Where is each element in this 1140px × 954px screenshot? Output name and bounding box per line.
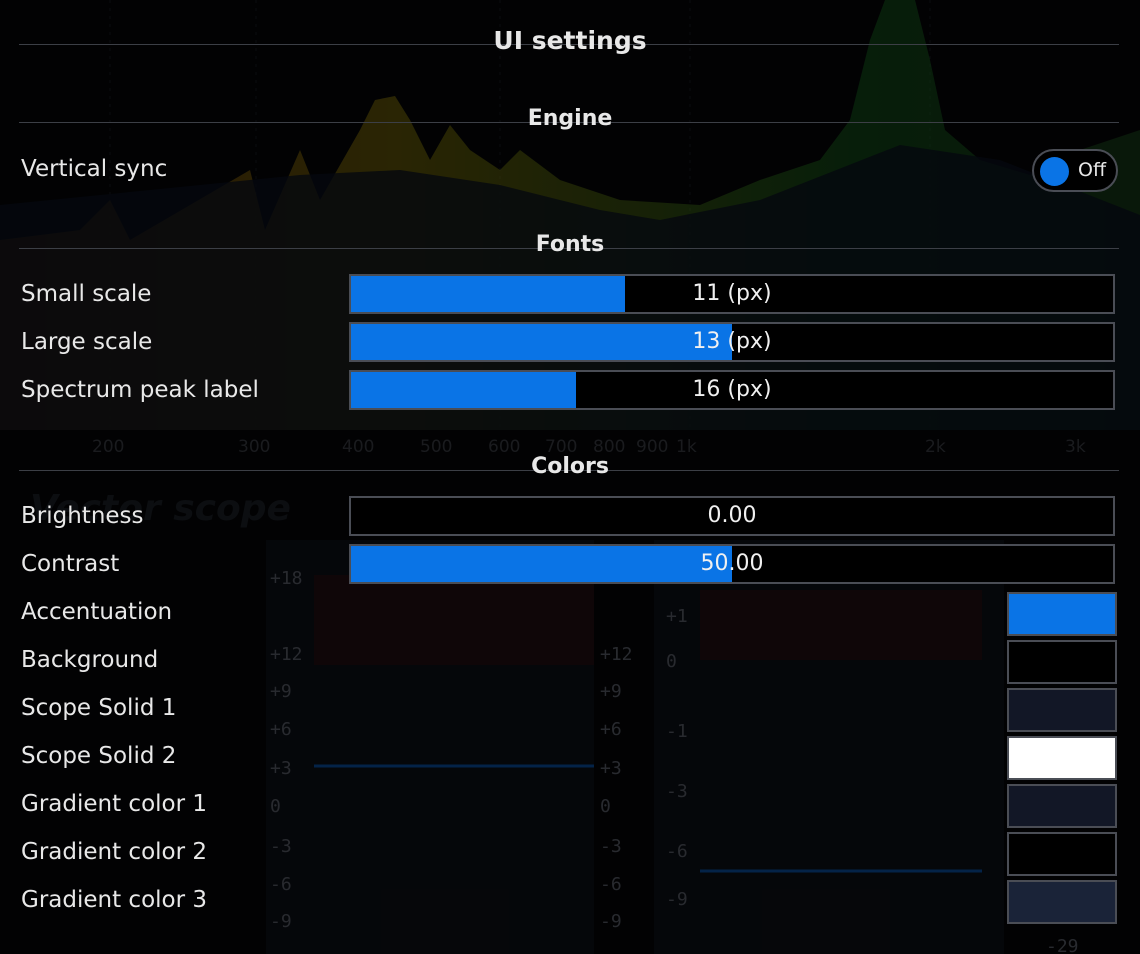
ui-settings-panel: UI settings Engine Vertical sync Off Fon… (0, 0, 1140, 954)
gradient-color-1-label: Gradient color 1 (21, 791, 207, 817)
section-title-colors: Colors (531, 454, 609, 479)
gradient-color-1-swatch[interactable] (1007, 784, 1117, 828)
vsync-toggle[interactable]: Off (1032, 149, 1118, 192)
slider-value: 0.00 (707, 503, 757, 528)
gradient-color-3-swatch[interactable] (1007, 880, 1117, 924)
scope-solid-1-color-swatch[interactable] (1007, 688, 1117, 732)
spectrum-peak-label-slider[interactable]: 16 (px) (349, 370, 1115, 410)
brightness-slider[interactable]: 0.00 (349, 496, 1115, 536)
gradient-color-2-label: Gradient color 2 (21, 839, 207, 865)
accentuation-color-swatch[interactable] (1007, 592, 1117, 636)
page-title: UI settings (493, 26, 647, 55)
scope-solid-2-label: Scope Solid 2 (21, 743, 177, 769)
contrast-slider[interactable]: 50.00 (349, 544, 1115, 584)
slider-value: 13 (px) (692, 329, 772, 354)
large-scale-slider[interactable]: 13 (px) (349, 322, 1115, 362)
gradient-color-2-swatch[interactable] (1007, 832, 1117, 876)
spectrum-peak-label-label: Spectrum peak label (21, 377, 259, 403)
scope-solid-2-color-swatch[interactable] (1007, 736, 1117, 780)
section-title-engine: Engine (527, 106, 613, 131)
large-scale-label: Large scale (21, 329, 153, 355)
small-scale-slider[interactable]: 11 (px) (349, 274, 1115, 314)
brightness-label: Brightness (21, 503, 144, 529)
accentuation-label: Accentuation (21, 599, 173, 625)
toggle-knob (1040, 157, 1069, 186)
slider-value: 11 (px) (692, 281, 772, 306)
background-label: Background (21, 647, 159, 673)
gradient-color-3-label: Gradient color 3 (21, 887, 207, 913)
slider-value: 50.00 (700, 551, 764, 576)
vsync-label: Vertical sync (21, 156, 168, 182)
slider-value: 16 (px) (692, 377, 772, 402)
contrast-label: Contrast (21, 551, 120, 577)
small-scale-label: Small scale (21, 281, 152, 307)
scope-solid-1-label: Scope Solid 1 (21, 695, 177, 721)
section-title-fonts: Fonts (535, 232, 605, 257)
background-color-swatch[interactable] (1007, 640, 1117, 684)
toggle-state: Off (1078, 159, 1107, 181)
